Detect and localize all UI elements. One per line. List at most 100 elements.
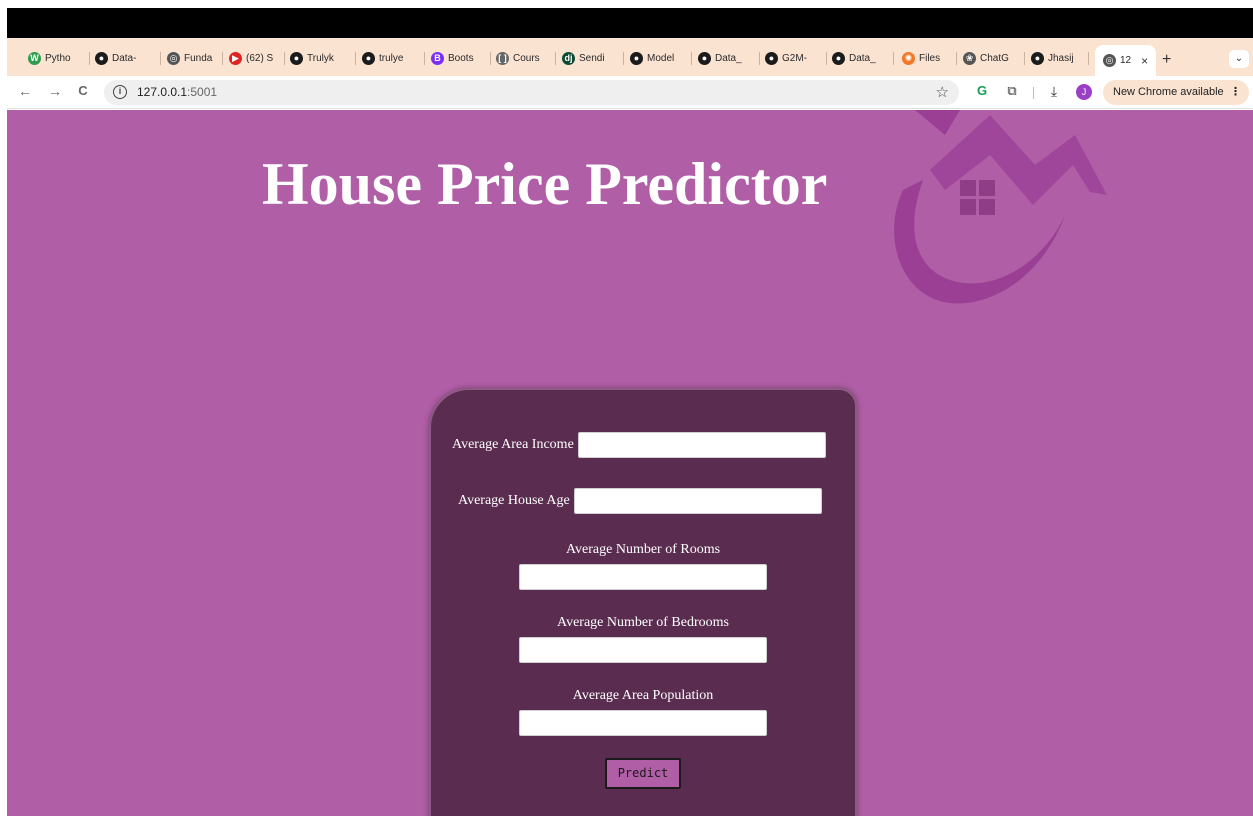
tab-label: G2M- [782,53,807,64]
w-letter-icon: W [28,52,41,65]
github-icon: ● [1031,52,1044,65]
tab-separator [555,52,556,65]
tab-separator [490,52,491,65]
population-row: Average Area Population [431,686,855,736]
github-icon: ● [765,52,778,65]
bedrooms-row: Average Number of Bedrooms [431,613,855,663]
download-icon[interactable]: ⤓ [1045,83,1063,100]
os-top-bar [7,8,1253,38]
tab-separator [222,52,223,65]
bootstrap-icon: B [431,52,444,65]
forward-button[interactable]: → [47,83,63,99]
tab-label: Cours [513,53,540,64]
tab-separator [956,52,957,65]
tab-separator [89,52,90,65]
house-age-label: Average House Age [458,493,570,508]
back-button[interactable]: ← [17,83,33,99]
tab-item[interactable]: ● Trulyk [290,49,356,68]
more-menu-icon[interactable]: ⋮ [1230,80,1241,105]
tab-item[interactable]: ● Data- [95,49,161,68]
tab-label: ChatG [980,53,1009,64]
tab-active[interactable]: ◎ 12 × [1095,45,1157,76]
tab-item[interactable]: ● Data_ [832,49,894,68]
tab-item[interactable]: ● Model [630,49,692,68]
grammarly-icon[interactable]: G [973,83,991,98]
tab-label: (62) S [246,53,274,64]
django-icon: dj [562,52,575,65]
house-age-input[interactable] [573,488,822,514]
tab-label: Jhasij [1048,53,1074,64]
new-tab-button[interactable]: + [1162,51,1171,69]
tab-item[interactable]: ● Data_ [698,49,760,68]
house-age-row: Average House Age [458,488,822,514]
tab-label: trulye [379,53,404,64]
tab-separator [424,52,425,65]
globe-icon: ◎ [1103,54,1116,67]
github-icon: ● [362,52,375,65]
income-input[interactable] [577,432,826,458]
tab-separator [826,52,827,65]
tab-strip: ● Jhasij ❀ ChatG ✺ Files ● Data_ ● G2M- ● Data_ ● Mod… [7,38,1253,76]
github-icon: ● [832,52,845,65]
jupyter-icon: ✺ [902,52,915,65]
tab-separator [355,52,356,65]
tab-item[interactable]: B Boots [431,49,491,68]
tab-separator [160,52,161,65]
reload-button[interactable]: C [75,83,91,98]
tab-item[interactable]: dj Sendi [562,49,624,68]
population-label: Average Area Population [572,688,714,703]
tab-label: Sendi [579,53,605,64]
address-bar[interactable]: i 127.0.0.1:5001 ☆ [104,80,959,105]
github-icon: ● [290,52,303,65]
chatgpt-icon: ❀ [963,52,976,65]
tab-separator [893,52,894,65]
github-icon: ● [630,52,643,65]
tab-separator [623,52,624,65]
tab-item[interactable]: ● trulye [362,49,425,68]
tab-item[interactable]: ◎ Funda [167,49,223,68]
tab-search-button[interactable]: ⌄ [1229,50,1249,68]
tab-separator [691,52,692,65]
page-content: House Price Predictor Average Area Incom… [7,110,1253,816]
bookmark-star-icon[interactable]: ☆ [936,83,949,101]
tab-separator [1088,52,1089,65]
tab-separator [1024,52,1025,65]
tab-item[interactable]: W Pytho [28,49,90,68]
tab-label: Data_ [715,53,742,64]
address-url[interactable]: 127.0.0.1:5001 [137,85,217,99]
tab-label: 12 [1120,55,1132,66]
rooms-label: Average Number of Rooms [565,542,721,557]
github-icon: ● [698,52,711,65]
population-input[interactable] [519,710,767,736]
browser-toolbar: ← → C i 127.0.0.1:5001 ☆ G ⧉ ⤓ J New Chr… [7,76,1253,109]
github-icon: ● [95,52,108,65]
rooms-row: Average Number of Rooms [431,540,855,590]
globe-icon: ◎ [167,52,180,65]
tab-item[interactable]: ● Jhasij [1031,49,1089,68]
extensions-icon[interactable]: ⧉ [1003,83,1021,99]
tab-label: Data_ [849,53,876,64]
income-row: Average Area Income [452,432,826,458]
site-info-icon[interactable]: i [113,85,127,99]
close-icon[interactable]: × [1141,54,1148,68]
bedrooms-label: Average Number of Bedrooms [557,615,729,630]
tab-label: Model [647,53,675,64]
tab-item[interactable]: ✺ Files [902,49,957,68]
tab-item[interactable]: [ ] Cours [496,49,556,68]
profile-avatar[interactable]: J [1076,84,1092,100]
tab-label: Funda [184,53,213,64]
tab-label: Trulyk [307,53,334,64]
tab-separator [284,52,285,65]
tab-item[interactable]: ❀ ChatG [963,49,1025,68]
update-chrome-button[interactable]: New Chrome available ⋮ [1103,80,1249,105]
bedrooms-input[interactable] [519,637,767,663]
rooms-input[interactable] [519,564,767,590]
tab-item[interactable]: ● G2M- [765,49,827,68]
tab-separator [759,52,760,65]
predict-button[interactable]: Predict [605,758,681,789]
tab-item[interactable]: ▶ (62) S [229,49,285,68]
tab-label: Files [919,53,941,64]
prediction-form: Average Area Income Average House Age Av… [429,388,857,816]
tab-label: Boots [448,53,474,64]
youtube-icon: ▶ [229,52,242,65]
